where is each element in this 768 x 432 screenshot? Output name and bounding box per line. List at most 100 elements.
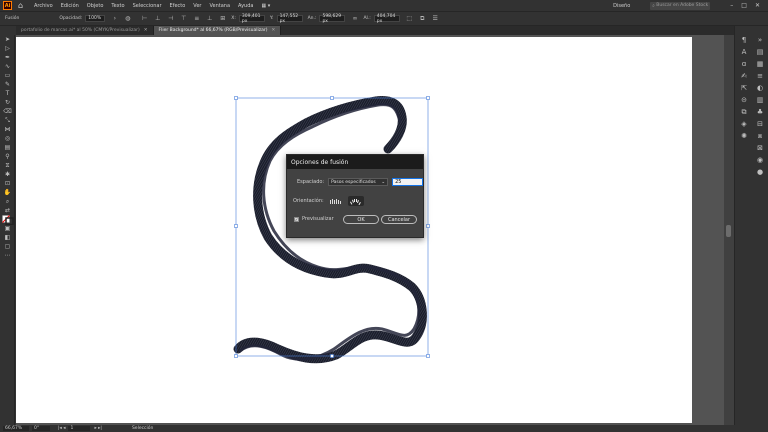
pencil-tool-icon[interactable]: ✎ [0,80,15,89]
align-top-icon[interactable]: ⊤ [180,15,187,22]
drawing-mode-icon[interactable]: ◧ [0,233,15,242]
rotation-field[interactable]: 0° [32,426,50,431]
artboard-number-field[interactable]: 1 [68,426,91,431]
chevron-right-icon[interactable]: › [111,15,118,22]
spacing-select[interactable]: Pasos especificados ⌄ [328,178,389,186]
align-middle-icon[interactable]: ≡ [193,15,200,22]
align-center-icon[interactable]: ⊥ [154,15,161,22]
swatches-icon[interactable]: ▦ [755,58,765,70]
graphic-styles-icon[interactable]: ◉ [755,154,765,166]
color-icon[interactable]: ▤ [755,46,765,58]
color-mode-icon[interactable]: ▣ [0,224,15,233]
properties-icon[interactable]: ¶ [739,34,749,46]
height-field[interactable]: 404,704 px [373,14,400,24]
link-icon[interactable]: ∞ [351,15,358,22]
align-icon[interactable]: ⊟ [755,118,765,130]
preview-row[interactable]: ✓ Previsualizar [294,216,334,222]
brushes-icon[interactable]: ✍ [739,70,749,82]
align-to-path-icon[interactable] [347,196,364,206]
menu-edicion[interactable]: Edición [61,3,79,9]
character-icon[interactable]: A [739,46,749,58]
scale-tool-icon[interactable]: ⤡ [0,116,15,125]
artboards-icon[interactable]: ⧉ [739,106,749,118]
info-icon[interactable]: ● [755,166,765,178]
menu-ayuda[interactable]: Ayuda [238,3,253,9]
hand-tool-icon[interactable]: ✋ [0,188,15,197]
appearance-icon[interactable]: ✺ [739,130,749,142]
menu-texto[interactable]: Texto [111,3,124,9]
align-bottom-icon[interactable]: ⊥ [206,15,213,22]
menu-ver[interactable]: Ver [193,3,201,9]
eraser-tool-icon[interactable]: ⌫ [0,107,15,116]
curvature-tool-icon[interactable]: ∿ [0,62,15,71]
workspace-switcher[interactable]: Diseño [613,3,630,9]
menu-archivo[interactable]: Archivo [34,3,53,9]
zoom-field[interactable]: 66,67% [3,426,29,431]
preview-checkbox[interactable]: ✓ [294,216,299,222]
menu-ventana[interactable]: Ventana [209,3,230,9]
direct-selection-tool-icon[interactable]: ▷ [0,44,15,53]
width-field[interactable]: 598,629 px [319,14,346,24]
export-icon[interactable]: ⇱ [739,82,749,94]
home-icon[interactable]: ⌂ [18,1,26,10]
zoom-tool-icon[interactable]: ⌕ [0,197,15,206]
symbol-sprayer-tool-icon[interactable]: ✱ [0,170,15,179]
links-icon[interactable]: ⊝ [739,94,749,106]
transparency-icon[interactable]: ◐ [755,82,765,94]
align-to-page-icon[interactable] [328,196,344,206]
panel-options-icon[interactable]: » [755,34,765,46]
isolate-icon[interactable]: ⧉ [419,15,426,22]
pathfinder-icon[interactable]: ⧈ [755,130,765,142]
close-icon[interactable]: ✕ [755,2,760,9]
x-field[interactable]: 309,401 px [238,14,265,24]
width-tool-icon[interactable]: ⋈ [0,125,15,134]
tab-portafolio[interactable]: portafolio de marcas.ai* al 50% (CMYK/Pr… [16,26,154,35]
y-field[interactable]: 147,552 px [276,14,303,24]
align-left-icon[interactable]: ⊢ [141,15,148,22]
arrange-documents-icon[interactable]: ▦ ▾ [261,3,270,9]
glyphs-icon[interactable]: ɑ [739,58,749,70]
align-right-icon[interactable]: ⊣ [167,15,174,22]
gradient-tool-icon[interactable]: ▤ [0,143,15,152]
ok-button[interactable]: OK [343,215,379,224]
fill-stroke-icon[interactable] [0,214,15,225]
shape-builder-tool-icon[interactable]: ◎ [0,134,15,143]
minimize-icon[interactable]: – [730,2,733,9]
opacity-field[interactable]: 100% [85,15,106,22]
cancel-button[interactable]: Cancelar [381,215,417,224]
layers-icon[interactable]: ◈ [739,118,749,130]
artboard-tool-icon[interactable]: ⊡ [0,179,15,188]
rotate-tool-icon[interactable]: ↻ [0,98,15,107]
navigator-icon[interactable]: ⊠ [755,142,765,154]
x-label: X: [231,16,236,21]
steps-input[interactable]: 25 [392,178,424,186]
panel-menu-icon[interactable]: ☰ [432,15,439,22]
close-icon[interactable]: ✕ [144,28,148,33]
blend-tool-icon[interactable]: ⧖ [0,161,15,170]
screen-mode-icon[interactable]: ▢ [0,242,15,251]
symbols-icon[interactable]: ♣ [755,106,765,118]
menu-objeto[interactable]: Objeto [87,3,104,9]
gradient-icon[interactable]: ▥ [755,94,765,106]
menu-seleccionar[interactable]: Seleccionar [133,3,162,9]
eyedropper-tool-icon[interactable]: ⚲ [0,152,15,161]
stroke-icon[interactable]: ≡ [755,70,765,82]
chevron-down-icon: ⌄ [381,179,386,185]
type-tool-icon[interactable]: T [0,89,15,98]
rectangle-tool-icon[interactable]: ▭ [0,71,15,80]
recolor-icon[interactable]: ◍ [124,15,131,22]
selection-tool-icon[interactable]: ➤ [0,35,15,44]
maximize-icon[interactable]: □ [741,2,747,9]
stock-search-input[interactable]: ⌕ Buscar en Adobe Stock [650,1,711,10]
close-icon[interactable]: ✕ [271,28,275,33]
vertical-scrollbar[interactable] [724,35,734,425]
next-artboard-icon[interactable]: ▸ ▸| [94,426,101,431]
reference-point-icon[interactable]: ⊞ [219,15,226,22]
menu-efecto[interactable]: Efecto [170,3,186,9]
pen-tool-icon[interactable]: ✒ [0,53,15,62]
tab-flier-background[interactable]: Flier Background* al 66,67% (RGB/Previsu… [153,26,282,35]
first-artboard-icon[interactable]: |◂ ◂ [58,426,65,431]
scrollbar-thumb[interactable] [726,225,731,237]
more-tools-icon[interactable]: ⋯ [0,251,15,260]
transform-icon[interactable]: ⬚ [406,15,413,22]
